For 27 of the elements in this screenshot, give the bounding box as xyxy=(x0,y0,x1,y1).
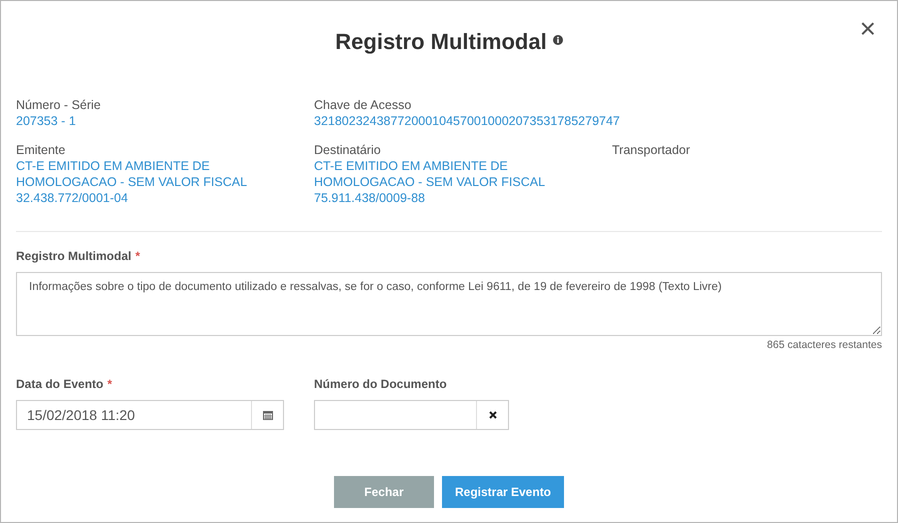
close-button[interactable]: × xyxy=(856,15,880,43)
field-value: CT-E EMITIDO EM AMBIENTE DE xyxy=(314,158,508,174)
date-field[interactable]: 15/02/2018 11:20 xyxy=(16,400,284,430)
required-mark: * xyxy=(135,249,140,263)
field-value: 32.438.772/0001-04 xyxy=(16,190,128,206)
field-label: Data do Evento xyxy=(16,377,104,391)
text-area[interactable]: Informações sobre o tipo de documento utilizado e ressalvas, se for o caso, conforme Lei 9611, de 19 de fevereiro de 1998 (Texto Livre) xyxy=(16,272,882,336)
field-value: 75.911.438/0009-88 xyxy=(314,190,425,206)
calendar-icon xyxy=(262,410,272,420)
field-value: HOMOLOGACAO - SEM VALOR FISCAL xyxy=(16,174,248,190)
field-value: 207353 - 1 xyxy=(16,113,76,129)
close-icon xyxy=(488,411,496,419)
character-counter: 865 catacteres restantes xyxy=(766,339,882,352)
field-label: Número - Série xyxy=(16,97,102,113)
field-label: Emitente xyxy=(16,142,66,158)
field-value: HOMOLOGACAO - SEM VALOR FISCAL xyxy=(314,174,546,190)
field-label: Transportador xyxy=(612,142,692,158)
input-field[interactable] xyxy=(314,400,509,430)
dialog-title: Registro Multimodal xyxy=(335,29,547,55)
field-label: Chave de Acesso xyxy=(314,97,412,113)
info-icon xyxy=(552,35,563,45)
field-label: Registro Multimodal xyxy=(16,249,132,263)
field-value: 32180232438772000104570010002073531785279747 xyxy=(314,113,620,129)
required-mark: * xyxy=(107,377,112,391)
field-value: CT-E EMITIDO EM AMBIENTE DE xyxy=(16,158,210,174)
field-label: Destinatário xyxy=(314,142,382,158)
field-label: Número do Documento xyxy=(314,377,447,391)
